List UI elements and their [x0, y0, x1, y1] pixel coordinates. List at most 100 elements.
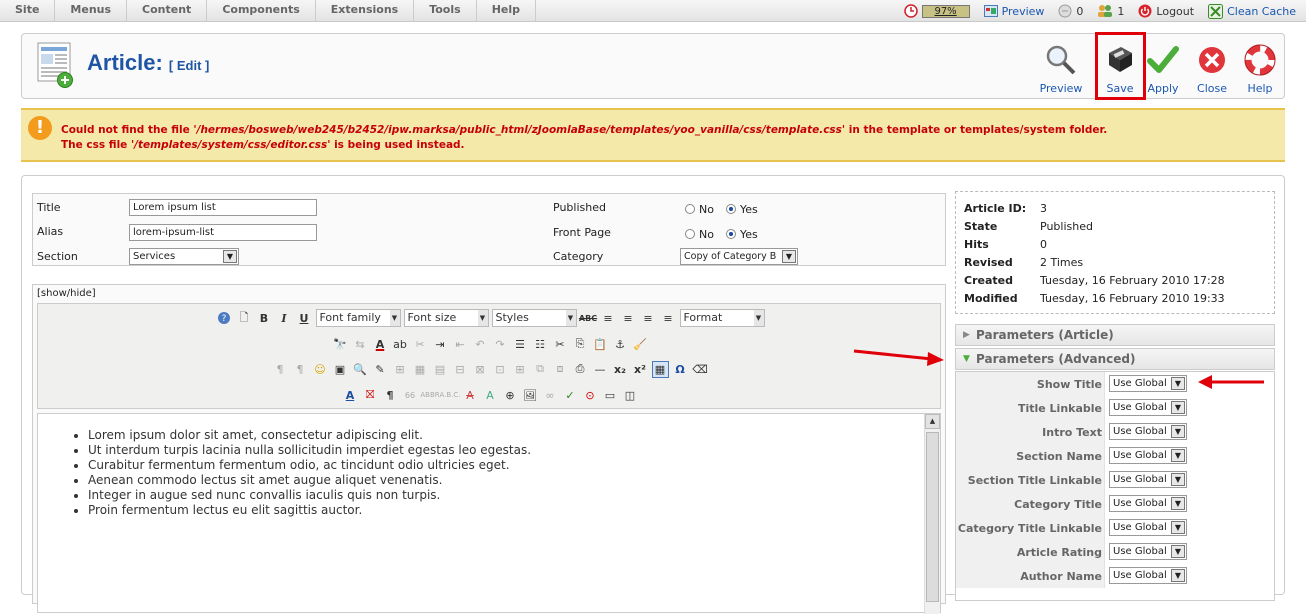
- styles-select[interactable]: Styles ▼: [491, 309, 577, 327]
- cite-icon[interactable]: 66: [402, 387, 419, 404]
- delete-text-icon[interactable]: A: [462, 387, 479, 404]
- html-source-icon[interactable]: ⊙: [582, 387, 599, 404]
- find-icon[interactable]: 🔭: [332, 336, 349, 353]
- pdf-icon[interactable]: ⛝: [362, 387, 379, 404]
- about-icon[interactable]: ?: [216, 310, 233, 327]
- help-button[interactable]: Help: [1236, 44, 1284, 95]
- row-props-icon[interactable]: ▤: [432, 361, 449, 378]
- menu-components[interactable]: Components: [207, 0, 316, 22]
- print-icon[interactable]: ⎙: [572, 361, 589, 378]
- messages-count[interactable]: 0: [1058, 4, 1083, 18]
- param-select[interactable]: Use Global ▼: [1109, 495, 1187, 512]
- italic-icon[interactable]: I: [276, 310, 293, 327]
- align-justify-icon[interactable]: ≡: [660, 310, 677, 327]
- insert-col-icon[interactable]: ⊡: [492, 361, 509, 378]
- layer-icon[interactable]: ⊕: [502, 387, 519, 404]
- menu-extensions[interactable]: Extensions: [316, 0, 415, 22]
- title-input[interactable]: Lorem ipsum list: [129, 199, 317, 216]
- underline-icon[interactable]: U: [296, 310, 313, 327]
- show-blocks-icon[interactable]: ¶: [382, 387, 399, 404]
- delete-col-icon[interactable]: ⊞: [512, 361, 529, 378]
- visual-aid-icon[interactable]: ▦: [651, 360, 669, 378]
- menu-content[interactable]: Content: [127, 0, 208, 22]
- align-left-icon[interactable]: ≡: [600, 310, 617, 327]
- section-select[interactable]: Services ▼: [129, 248, 239, 265]
- cleanup-icon[interactable]: 🧹: [632, 336, 649, 353]
- clean-cache-link[interactable]: Clean Cache: [1208, 3, 1296, 19]
- format-select[interactable]: Format ▼: [679, 309, 765, 327]
- numbered-list-icon[interactable]: ☰: [512, 336, 529, 353]
- close-button[interactable]: Close: [1188, 44, 1236, 95]
- remove-format-icon[interactable]: ✂: [412, 336, 429, 353]
- image-icon[interactable]: 🖼: [522, 387, 539, 404]
- fullscreen-icon[interactable]: ▭: [602, 387, 619, 404]
- eraser-icon[interactable]: ⌫: [692, 361, 709, 378]
- outdent-icon[interactable]: ⇤: [452, 336, 469, 353]
- merge-cells-icon[interactable]: ⧉: [532, 361, 549, 378]
- subscript-icon[interactable]: x₂: [612, 361, 629, 378]
- new-document-icon[interactable]: 🗋: [236, 310, 253, 327]
- published-no-radio[interactable]: No: [685, 203, 714, 216]
- param-select[interactable]: Use Global ▼: [1109, 543, 1187, 560]
- spellcheck-icon[interactable]: ✓: [562, 387, 579, 404]
- text-color-icon[interactable]: A: [372, 336, 389, 353]
- param-select[interactable]: Use Global ▼: [1109, 375, 1187, 392]
- delete-row-icon[interactable]: ⊠: [472, 361, 489, 378]
- param-select[interactable]: Use Global ▼: [1109, 519, 1187, 536]
- replace-icon[interactable]: ⇆: [352, 336, 369, 353]
- font-size-select[interactable]: Font size ▼: [403, 309, 489, 327]
- highlight-color-icon[interactable]: ab: [392, 336, 409, 353]
- users-count[interactable]: 1: [1097, 4, 1124, 18]
- align-center-icon[interactable]: ≡: [620, 310, 637, 327]
- param-select[interactable]: Use Global ▼: [1109, 399, 1187, 416]
- preview-link[interactable]: Preview: [983, 5, 1044, 18]
- frontpage-yes-radio[interactable]: Yes: [726, 228, 758, 241]
- split-cells-icon[interactable]: ⧈: [552, 361, 569, 378]
- param-select[interactable]: Use Global ▼: [1109, 567, 1187, 584]
- show-hide-toggle[interactable]: [show/hide]: [37, 288, 96, 299]
- apply-button[interactable]: Apply: [1139, 44, 1187, 95]
- param-select[interactable]: Use Global ▼: [1109, 471, 1187, 488]
- paste-icon[interactable]: 📋: [592, 336, 609, 353]
- strikethrough-icon[interactable]: ABC: [579, 310, 597, 327]
- emoticon-icon[interactable]: ☺: [312, 361, 329, 378]
- superscript-icon[interactable]: x²: [632, 361, 649, 378]
- horizontal-rule-icon[interactable]: —: [592, 361, 609, 378]
- alias-input[interactable]: lorem-ipsum-list: [129, 224, 317, 241]
- menu-tools[interactable]: Tools: [414, 0, 477, 22]
- save-button[interactable]: Save: [1096, 44, 1144, 95]
- scroll-up-icon[interactable]: ▲: [925, 414, 940, 429]
- insert-text-icon[interactable]: A: [482, 387, 499, 404]
- style-props-icon[interactable]: A: [342, 387, 359, 404]
- param-select[interactable]: Use Global ▼: [1109, 447, 1187, 464]
- undo-icon[interactable]: ↶: [472, 336, 489, 353]
- menu-help[interactable]: Help: [477, 0, 536, 22]
- param-select[interactable]: Use Global ▼: [1109, 423, 1187, 440]
- memory-usage-bar[interactable]: 97%: [921, 4, 970, 18]
- link-icon[interactable]: ∞: [542, 387, 559, 404]
- font-family-select[interactable]: Font family ▼: [315, 309, 401, 327]
- scroll-thumb[interactable]: [926, 432, 939, 602]
- parameters-article-toggle[interactable]: ▶ Parameters (Article): [955, 324, 1275, 346]
- bold-icon[interactable]: B: [256, 310, 273, 327]
- edit-icon[interactable]: ✎: [372, 361, 389, 378]
- special-char-icon[interactable]: Ω: [672, 361, 689, 378]
- logout-link[interactable]: Logout: [1138, 4, 1194, 18]
- indent-icon[interactable]: ⇥: [432, 336, 449, 353]
- category-select[interactable]: Copy of Category B ▼: [680, 248, 798, 265]
- redo-icon[interactable]: ↷: [492, 336, 509, 353]
- cut-icon[interactable]: ✂: [552, 336, 569, 353]
- menu-menus[interactable]: Menus: [55, 0, 128, 22]
- editor-content-area[interactable]: Lorem ipsum dolor sit amet, consectetur …: [37, 413, 941, 614]
- preview-button[interactable]: Preview: [1037, 44, 1085, 95]
- preview-doc-icon[interactable]: 🔍: [352, 361, 369, 378]
- frontpage-no-radio[interactable]: No: [685, 228, 714, 241]
- parameters-advanced-toggle[interactable]: ▼ Parameters (Advanced): [955, 348, 1275, 370]
- abbr-icon[interactable]: ABBR: [420, 387, 439, 404]
- ltr-icon[interactable]: ¶: [272, 361, 289, 378]
- attributes-icon[interactable]: ⊞: [392, 361, 409, 378]
- published-yes-radio[interactable]: Yes: [726, 203, 758, 216]
- acronym-icon[interactable]: A.B.C.: [439, 387, 460, 404]
- rtl-icon[interactable]: ¶: [292, 361, 309, 378]
- media-icon[interactable]: ▣: [332, 361, 349, 378]
